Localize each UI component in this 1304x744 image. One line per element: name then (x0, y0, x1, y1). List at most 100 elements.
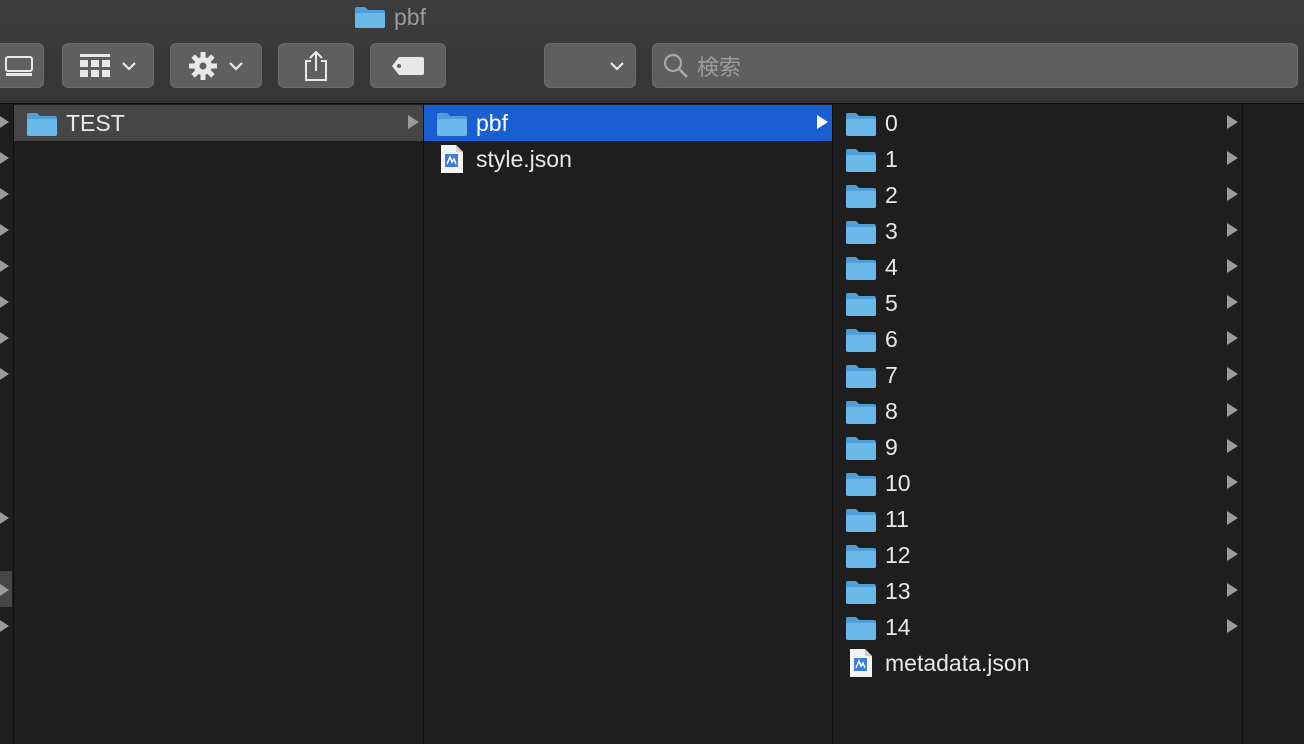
folder-icon (846, 365, 876, 388)
item-label: 3 (885, 218, 898, 244)
disclosure-arrow-icon (1227, 403, 1238, 417)
item-label: 0 (885, 110, 898, 136)
search-icon (663, 53, 688, 78)
list-item-folder[interactable]: TEST (14, 105, 423, 141)
column-partial-left[interactable] (0, 104, 14, 744)
disclosure-arrow-icon (1227, 223, 1238, 237)
disclosure-arrow-icon (0, 224, 9, 236)
column-1[interactable]: TEST (14, 104, 424, 744)
list-item-folder[interactable]: 2 (833, 177, 1242, 213)
window-title-text: pbf (394, 3, 426, 30)
folder-icon (846, 581, 876, 604)
list-item-folder[interactable]: pbf (424, 105, 832, 141)
item-label: 4 (885, 254, 898, 280)
column-4-empty[interactable] (1243, 104, 1304, 744)
column-2[interactable]: pbf style.json (424, 104, 833, 744)
group-button[interactable] (62, 43, 154, 88)
path-dropdown[interactable] (544, 43, 636, 88)
list-item-folder[interactable]: 10 (833, 465, 1242, 501)
list-item-folder[interactable]: 5 (833, 285, 1242, 321)
item-label: 11 (885, 506, 909, 532)
item-label: style.json (476, 146, 572, 172)
folder-icon (846, 149, 876, 172)
item-label: TEST (66, 110, 125, 136)
disclosure-arrow-icon (0, 152, 9, 164)
json-file-icon (441, 145, 463, 173)
item-label: 14 (885, 614, 911, 640)
folder-icon (846, 257, 876, 280)
list-item-folder[interactable]: 9 (833, 429, 1242, 465)
view-icon-button[interactable] (0, 43, 44, 88)
search-field[interactable]: 検索 (652, 43, 1298, 88)
list-item-folder[interactable]: 11 (833, 501, 1242, 537)
list-item-folder[interactable]: 3 (833, 213, 1242, 249)
disclosure-arrow-icon (1227, 259, 1238, 273)
disclosure-arrow-icon (0, 260, 9, 272)
disclosure-arrow-icon (1227, 475, 1238, 489)
action-button[interactable] (170, 43, 262, 88)
folder-icon (846, 473, 876, 496)
json-file-icon (850, 649, 872, 677)
folder-icon (846, 437, 876, 460)
folder-icon (846, 113, 876, 136)
search-placeholder[interactable]: 検索 (697, 50, 741, 82)
folder-icon (846, 221, 876, 244)
folder-icon (846, 185, 876, 208)
item-label: 8 (885, 398, 898, 424)
item-label: 6 (885, 326, 898, 352)
share-icon (305, 50, 327, 81)
folder-icon (846, 329, 876, 352)
disclosure-arrow-icon (1227, 511, 1238, 525)
disclosure-arrow-icon (408, 115, 419, 129)
item-label: 5 (885, 290, 898, 316)
list-item-folder[interactable]: 14 (833, 609, 1242, 645)
folder-icon (846, 293, 876, 316)
item-label: 10 (885, 470, 911, 496)
list-item-folder[interactable]: 4 (833, 249, 1242, 285)
disclosure-arrow-icon (1227, 367, 1238, 381)
disclosure-arrow-icon (0, 116, 9, 128)
disclosure-arrow-icon (1227, 115, 1238, 129)
list-item-folder[interactable]: 12 (833, 537, 1242, 573)
share-button[interactable] (278, 43, 354, 88)
disclosure-arrow-icon (0, 620, 9, 632)
item-label: metadata.json (885, 650, 1030, 676)
disclosure-arrow-icon (1227, 439, 1238, 453)
item-label: 7 (885, 362, 898, 388)
disclosure-arrow-icon (1227, 583, 1238, 597)
disclosure-arrow-icon (1227, 187, 1238, 201)
disclosure-arrow-icon (0, 188, 9, 200)
list-item-folder[interactable]: 1 (833, 141, 1242, 177)
list-item-folder[interactable]: 13 (833, 573, 1242, 609)
item-label: pbf (476, 110, 508, 136)
folder-icon (27, 113, 57, 136)
tag-button[interactable] (370, 43, 446, 88)
icon-view-icon (5, 55, 33, 76)
window-toolbar: pbf 検索 (0, 0, 1304, 104)
item-label: 2 (885, 182, 898, 208)
tag-icon (392, 56, 424, 75)
disclosure-arrow-icon (0, 584, 9, 596)
list-item-folder[interactable]: 7 (833, 357, 1242, 393)
gear-icon (189, 51, 217, 80)
disclosure-arrow-icon (0, 296, 9, 308)
disclosure-arrow-icon (1227, 331, 1238, 345)
list-item-folder[interactable]: 6 (833, 321, 1242, 357)
chevron-down-icon (122, 61, 136, 71)
list-item-file[interactable]: style.json (424, 141, 832, 177)
folder-icon (846, 401, 876, 424)
folder-icon (846, 509, 876, 532)
folder-icon (355, 7, 385, 28)
disclosure-arrow-icon (1227, 295, 1238, 309)
item-label: 12 (885, 542, 911, 568)
chevron-down-icon (610, 61, 624, 71)
list-item-folder[interactable]: 8 (833, 393, 1242, 429)
column-3[interactable]: 0 1 2 3 4 5 6 7 8 9 10 11 12 13 14 metadata.json (833, 104, 1243, 744)
disclosure-arrow-icon (817, 115, 828, 129)
disclosure-arrow-icon (1227, 619, 1238, 633)
list-item-file[interactable]: metadata.json (833, 645, 1242, 681)
list-item-folder[interactable]: 0 (833, 105, 1242, 141)
disclosure-arrow-icon (0, 332, 9, 344)
chevron-down-icon (229, 61, 243, 71)
folder-icon (437, 113, 467, 136)
